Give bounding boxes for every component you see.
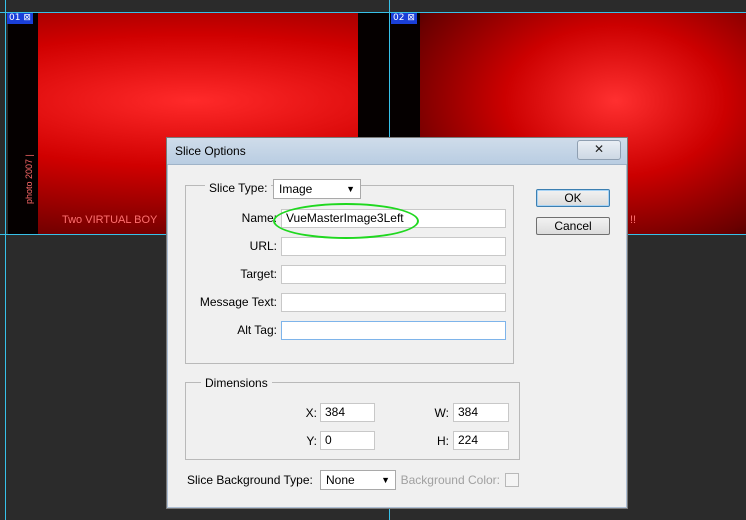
target-field[interactable] (281, 265, 506, 284)
image-caption-left: Two VIRTUAL BOY (62, 214, 158, 226)
slice-badge-02[interactable]: 02 ⊠ (391, 13, 417, 24)
message-text-field[interactable] (281, 293, 506, 312)
cancel-button[interactable]: Cancel (536, 217, 610, 235)
background-type-select[interactable]: None ▼ (320, 470, 396, 490)
h-field[interactable]: 224 (453, 431, 509, 450)
background-type-label: Slice Background Type: (187, 473, 313, 487)
target-label: Target: (240, 267, 277, 281)
w-label: W: (434, 406, 449, 420)
ok-button[interactable]: OK (536, 189, 610, 207)
slice-number: 01 (9, 13, 21, 23)
background-color-label: Background Color: (400, 473, 500, 487)
close-icon: ✕ (593, 142, 605, 156)
dialog-title: Slice Options (175, 144, 246, 158)
w-field[interactable]: 384 (453, 403, 509, 422)
slice-type-label: Slice Type: (205, 181, 272, 195)
dimensions-legend: Dimensions (201, 376, 272, 390)
slice-type-value: Image (279, 182, 313, 196)
alt-tag-field[interactable] (281, 321, 506, 340)
background-type-value: None (326, 473, 355, 487)
chevron-down-icon: ▼ (381, 475, 390, 485)
guide-left[interactable] (5, 0, 6, 520)
alt-tag-label: Alt Tag: (237, 323, 277, 337)
slice-badge-01[interactable]: 01 ⊠ (7, 13, 33, 24)
guide-top[interactable] (0, 12, 746, 13)
highlight-ellipse (273, 203, 419, 239)
slice-options-dialog: Slice Options ✕ Slice Type: Image ▼ Name… (166, 137, 628, 509)
slice-number: 02 (393, 13, 405, 23)
image-caption-right: !! (630, 214, 637, 226)
background-color-swatch[interactable] (505, 473, 519, 487)
dialog-titlebar[interactable]: Slice Options ✕ (167, 138, 627, 165)
message-text-label: Message Text: (199, 295, 277, 309)
url-label: URL: (249, 239, 277, 253)
image-vertical-text: photo 2007 | (24, 154, 34, 204)
chevron-down-icon: ▼ (346, 184, 355, 194)
x-label: X: (305, 406, 317, 420)
slice-type-select[interactable]: Image ▼ (273, 179, 361, 199)
url-field[interactable] (281, 237, 506, 256)
x-field[interactable]: 384 (320, 403, 375, 422)
name-label: Name: (241, 211, 277, 225)
h-label: H: (437, 434, 449, 448)
y-field[interactable]: 0 (320, 431, 375, 450)
y-label: Y: (306, 434, 317, 448)
close-button[interactable]: ✕ (577, 140, 621, 160)
